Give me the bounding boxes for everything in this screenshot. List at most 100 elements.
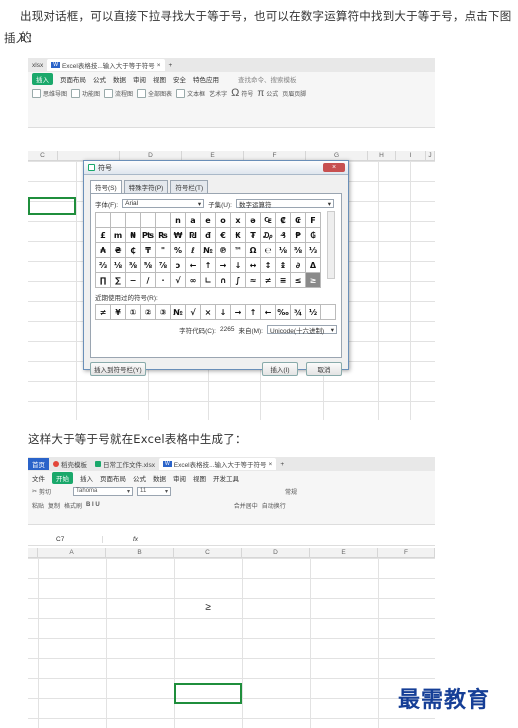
symbol-cell[interactable]: ₵ bbox=[126, 243, 141, 258]
bold-button[interactable]: B I U bbox=[86, 502, 100, 508]
symbol-cell[interactable]: ™ bbox=[231, 243, 246, 258]
recent-symbol-cell[interactable]: ← bbox=[261, 305, 276, 320]
symbol-cell[interactable]: → bbox=[216, 258, 231, 273]
formula-tool[interactable]: π 公式 bbox=[257, 88, 278, 99]
symbol-cell[interactable]: ⅓ bbox=[306, 243, 321, 258]
menu-start[interactable]: 开始 bbox=[52, 471, 73, 484]
symbol-cell[interactable]: ₯ bbox=[261, 228, 276, 243]
symbol-cell[interactable]: ℗ bbox=[216, 243, 231, 258]
symbol-cell[interactable]: ↕ bbox=[261, 258, 276, 273]
symbol-cell[interactable]: ₱ bbox=[291, 228, 306, 243]
col-d[interactable]: D bbox=[120, 151, 182, 160]
symbol-cell[interactable]: № bbox=[201, 243, 216, 258]
menu-review[interactable]: 审阅 bbox=[133, 74, 146, 84]
col-e[interactable]: E bbox=[182, 151, 244, 160]
symbol-cell[interactable]: ⅔ bbox=[96, 258, 111, 273]
symbol-cell[interactable]: ₲ bbox=[306, 228, 321, 243]
wordart-tool[interactable]: 艺术字 bbox=[209, 89, 227, 98]
symbol-cell[interactable]: ∞ bbox=[186, 273, 201, 288]
symbol-cell[interactable]: ≠ bbox=[261, 273, 276, 288]
menu-file[interactable]: 文件 bbox=[32, 473, 45, 483]
symbol-cell[interactable]: − bbox=[126, 273, 141, 288]
symbol-cell[interactable]: ∑ bbox=[111, 273, 126, 288]
menu-page-layout[interactable]: 页面布局 bbox=[60, 74, 86, 84]
font-name-select[interactable]: Tahoma ▾ bbox=[73, 486, 134, 496]
tab-xlsx[interactable]: xlsx bbox=[28, 59, 47, 71]
insert-button[interactable]: 插入(I) bbox=[262, 362, 298, 376]
recent-symbol-cell[interactable]: ¥ bbox=[111, 305, 126, 320]
symbol-cell[interactable]: · bbox=[156, 273, 171, 288]
col-f[interactable]: F bbox=[244, 151, 306, 160]
menu-features[interactable]: 特色应用 bbox=[193, 74, 219, 84]
symbol-cell[interactable]: % bbox=[171, 243, 186, 258]
symbol-cell[interactable]: Ω bbox=[246, 243, 261, 258]
symbol-cell[interactable]: ₦ bbox=[126, 228, 141, 243]
header-footer-tool[interactable]: 页眉页脚 bbox=[282, 89, 306, 98]
symbol-cell[interactable]: ₭ bbox=[231, 228, 246, 243]
symbol-cell[interactable]: ₪ bbox=[186, 228, 201, 243]
mindmap-tool[interactable]: 思维导图 bbox=[32, 88, 67, 98]
symbol-cell[interactable]: ≤ bbox=[291, 273, 306, 288]
cancel-button[interactable]: 取消 bbox=[306, 362, 342, 376]
cut-button[interactable]: ✂ 剪切 bbox=[32, 487, 51, 496]
symbol-cell[interactable]: n bbox=[171, 213, 186, 228]
col-a[interactable]: A bbox=[38, 548, 106, 557]
copy-button[interactable]: 复制 bbox=[48, 501, 60, 510]
symbol-cell[interactable]: x bbox=[231, 213, 246, 228]
textbox-tool[interactable]: 文本框 bbox=[176, 88, 205, 98]
symbol-cell[interactable]: √ bbox=[171, 273, 186, 288]
menu-formula[interactable]: 公式 bbox=[93, 74, 106, 84]
recent-symbols[interactable]: ≠ ¥ ① ② ③ № √ × ↓ → ↑ ← ‰ ¾ ½ bbox=[95, 304, 336, 320]
symbol-cell[interactable]: F bbox=[306, 213, 321, 228]
symbol-cell[interactable]: đ bbox=[201, 228, 216, 243]
menu-view[interactable]: 视图 bbox=[153, 74, 166, 84]
recent-symbol-cell[interactable]: ½ bbox=[306, 305, 321, 320]
symbol-cell[interactable]: ≡ bbox=[276, 273, 291, 288]
symbol-cell[interactable]: " bbox=[156, 243, 171, 258]
col-b[interactable]: B bbox=[106, 548, 174, 557]
symbol-tool[interactable]: Ω 符号 bbox=[231, 87, 253, 99]
funcmap-tool[interactable]: 功能图 bbox=[71, 88, 100, 98]
symbol-cell[interactable]: ↄ bbox=[171, 258, 186, 273]
paste-button[interactable]: 粘贴 bbox=[32, 501, 44, 510]
insert-to-bar-button[interactable]: 插入到符号栏(Y) bbox=[90, 362, 146, 376]
symbol-cell[interactable] bbox=[156, 213, 171, 228]
recent-symbol-cell[interactable]: ① bbox=[126, 305, 141, 320]
selected-cell[interactable] bbox=[28, 197, 76, 215]
font-size-select[interactable]: 11 ▾ bbox=[137, 486, 172, 496]
symbol-cell[interactable]: ↓ bbox=[231, 258, 246, 273]
format-normal[interactable]: 常规 bbox=[285, 487, 297, 496]
symbol-cell[interactable]: ∫ bbox=[231, 273, 246, 288]
symbol-cell[interactable]: ℓ bbox=[186, 243, 201, 258]
menu-insert[interactable]: 插入 bbox=[32, 72, 53, 85]
symbol-cell[interactable]: ← bbox=[186, 258, 201, 273]
new-tab-button[interactable]: + bbox=[165, 59, 177, 71]
flowchart-tool[interactable]: 流程图 bbox=[104, 88, 133, 98]
recent-symbol-cell[interactable]: ↓ bbox=[216, 305, 231, 320]
tab-article[interactable]: W Excel表格技...输入大于等于符号 × bbox=[47, 59, 165, 71]
symbol-cell[interactable]: ↑ bbox=[201, 258, 216, 273]
symbol-cell[interactable]: ℮ bbox=[261, 243, 276, 258]
symbol-cell[interactable]: ≥ bbox=[306, 273, 321, 288]
symbol-cell[interactable]: ⅛ bbox=[276, 243, 291, 258]
symbol-cell[interactable]: Δ bbox=[306, 258, 321, 273]
symbol-cell[interactable]: ⅛ bbox=[111, 258, 126, 273]
symbol-cell[interactable] bbox=[126, 213, 141, 228]
col-d-2[interactable]: D bbox=[242, 548, 310, 557]
symbol-cell[interactable]: ∟ bbox=[201, 273, 216, 288]
menu-data-2[interactable]: 数据 bbox=[153, 473, 166, 483]
symbol-cell[interactable]: ∩ bbox=[216, 273, 231, 288]
search-box[interactable]: 查找命令、搜索模板 bbox=[238, 74, 297, 84]
dialog-close-button[interactable]: × bbox=[323, 163, 345, 172]
symbol-cell[interactable]: ₠ bbox=[261, 213, 276, 228]
menu-data[interactable]: 数据 bbox=[113, 74, 126, 84]
menu-review-2[interactable]: 审阅 bbox=[173, 473, 186, 483]
symbol-cell[interactable] bbox=[141, 213, 156, 228]
merge-center-button[interactable]: 合并居中 bbox=[234, 501, 258, 510]
symbol-cell[interactable]: ⅞ bbox=[156, 258, 171, 273]
new-tab-button-2[interactable]: + bbox=[276, 458, 288, 470]
symbol-cell[interactable]: ↔ bbox=[246, 258, 261, 273]
corner[interactable] bbox=[28, 548, 38, 557]
symbol-cell[interactable]: ⅝ bbox=[141, 258, 156, 273]
subset-select[interactable]: 数字运算符 ▾ bbox=[235, 199, 334, 209]
